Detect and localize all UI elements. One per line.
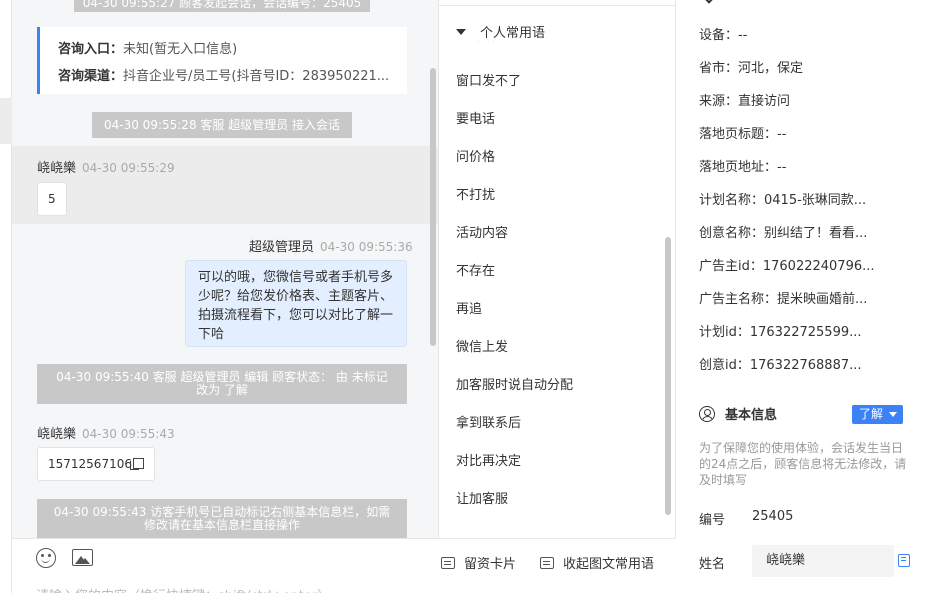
customer-info-panel: 设备：-- 省市：河北，保定 来源：直接访问 落地页标题：-- 落地页地址：--…	[677, 0, 925, 593]
left-gutter	[0, 0, 12, 593]
message-time: 04-30 09:55:29	[82, 161, 175, 175]
agent-message-bubble[interactable]: 可以的哦，您微信号或者手机号多少呢？给您发价格表、主题客片、拍摄流程看下，您可以…	[185, 260, 407, 347]
creative-id-info: 创意id：176322768887...	[699, 358, 862, 373]
phrases-scrollbar[interactable]	[665, 237, 671, 515]
copy-icon[interactable]	[129, 458, 144, 470]
phrase-item[interactable]: 拿到联系后	[456, 412, 521, 431]
phone-autotag-notice-line: 修改请在基本信息栏直接操作	[143, 518, 300, 532]
lead-card-label: 留资卡片	[464, 557, 517, 572]
user-icon	[699, 405, 715, 422]
inquiry-info-card: 咨询入口：未知(暂无入口信息) 咨询渠道：抖音企业号/员工号(抖音号ID：283…	[37, 27, 407, 94]
agent-join-notice: 04-30 09:55:28 客服 超级管理员 接入会话	[92, 112, 353, 138]
basic-info-header: 基本信息	[699, 404, 777, 423]
input-bar: 留资卡片 收起图文常用语 请输入您的内容（换行快捷键：shift/ctrl+en…	[12, 538, 676, 593]
phrase-item[interactable]: 加客服时说自动分配	[456, 374, 573, 393]
phrase-item[interactable]: 再追	[456, 298, 482, 317]
number-value: 25405	[752, 509, 794, 524]
region-info: 省市：河北，保定	[699, 61, 804, 76]
phrase-item[interactable]: 微信上发	[456, 336, 508, 355]
inquiry-entry-label: 咨询入口：	[58, 42, 124, 57]
message-meta: 峣峣樂 04-30 09:55:29	[37, 157, 175, 176]
phrase-item[interactable]: 不打扰	[456, 184, 495, 203]
landing-title-info: 落地页标题：--	[699, 127, 787, 142]
image-icon[interactable]	[72, 549, 93, 566]
basic-info-title: 基本信息	[725, 408, 778, 423]
creative-name-info: 创意名称：别纠结了！看看...	[699, 226, 868, 241]
sender-name: 峣峣樂	[37, 161, 77, 176]
phrase-item[interactable]: 让加客服	[456, 488, 508, 507]
chevron-down-icon[interactable]	[703, 0, 715, 4]
status-edit-notice-line: 改为 了解	[196, 383, 248, 397]
chat-scrollbar[interactable]	[430, 68, 436, 346]
message-meta: 超级管理员 04-30 09:55:36	[249, 236, 413, 255]
phrase-item[interactable]: 问价格	[456, 146, 495, 165]
status-edit-notice: 04-30 09:55:40 客服 超级管理员 编辑 顾客状态： 由 未标记 改为…	[37, 364, 407, 404]
inquiry-entry-row: 咨询入口：未知(暂无入口信息)	[58, 36, 407, 63]
phrase-item[interactable]: 活动内容	[456, 222, 508, 241]
phone-number-text: 15712567106	[48, 457, 132, 471]
phrases-group-header[interactable]: 个人常用语	[456, 22, 554, 41]
message-time: 04-30 09:55:36	[320, 240, 413, 254]
plan-name-info: 计划名称：0415-张琳同款...	[699, 193, 867, 208]
card-icon	[540, 556, 554, 569]
panel-top-border	[439, 0, 675, 6]
inquiry-channel-value: 抖音企业号/员工号(抖音号ID：283950221...	[123, 69, 390, 84]
number-label: 编号	[699, 513, 726, 528]
chat-panel[interactable]: 04-30 09:55:27 顾客发起会话，会话编号：25405 咨询入口：未知…	[12, 0, 438, 538]
lead-card-button[interactable]: 留资卡片	[441, 553, 516, 572]
advertiser-name-info: 广告主名称：提米映画婚前...	[699, 292, 868, 307]
inquiry-entry-value: 未知(暂无入口信息)	[123, 42, 238, 57]
plan-id-info: 计划id：176322725599...	[699, 325, 862, 340]
name-field[interactable]: 峣峣樂	[752, 545, 894, 577]
sender-name: 超级管理员	[249, 240, 315, 255]
copy-icon[interactable]	[898, 554, 910, 567]
name-label: 姓名	[699, 557, 726, 572]
customer-phone-bubble[interactable]: 15712567106	[37, 447, 155, 481]
caret-down-icon	[456, 28, 466, 35]
collect-phrases-label: 收起图文常用语	[563, 557, 655, 572]
phrases-group-title: 个人常用语	[480, 26, 546, 41]
phrase-item[interactable]: 窗口发不了	[456, 70, 521, 89]
inquiry-channel-row: 咨询渠道：抖音企业号/员工号(抖音号ID：283950221...	[58, 63, 407, 90]
message-time: 04-30 09:55:43	[82, 427, 175, 441]
session-start-notice: 04-30 09:55:27 顾客发起会话，会话编号：25405	[74, 0, 370, 12]
customer-message-bubble[interactable]: 5	[37, 182, 67, 216]
collect-phrases-button[interactable]: 收起图文常用语	[540, 553, 654, 572]
landing-url-info: 落地页地址：--	[699, 160, 787, 175]
advertiser-id-info: 广告主id：176022240796...	[699, 259, 875, 274]
device-info: 设备：--	[699, 28, 748, 43]
message-input[interactable]: 请输入您的内容（换行快捷键：shift/ctrl+enter）	[36, 585, 330, 593]
message-meta: 峣峣樂 04-30 09:55:43	[37, 423, 175, 442]
edit-deadline-hint: 为了保障您的使用体验，会话发生当日的24点之后，顾客信息将无法修改，请及时填写	[699, 441, 907, 487]
phrase-item[interactable]: 对比再决定	[456, 450, 521, 469]
phrase-item[interactable]: 不存在	[456, 260, 495, 279]
inquiry-channel-label: 咨询渠道：	[58, 69, 124, 84]
sender-name: 峣峣樂	[37, 427, 77, 442]
card-icon	[441, 556, 455, 569]
gutter-highlight	[0, 98, 12, 144]
common-phrases-panel[interactable]: 个人常用语 去哪拍 窗口发不了 要电话 问价格 不打扰 活动内容 不存在 再追 …	[438, 0, 676, 538]
smiley-icon[interactable]	[36, 548, 56, 568]
status-dropdown[interactable]: 了解	[852, 405, 903, 424]
phrase-item[interactable]: 要电话	[456, 108, 495, 127]
source-info: 来源：直接访问	[699, 94, 791, 109]
phone-autotag-notice: 04-30 09:55:43 访客手机号已自动标记右侧基本信息栏，如需 修改请在基…	[37, 499, 407, 538]
